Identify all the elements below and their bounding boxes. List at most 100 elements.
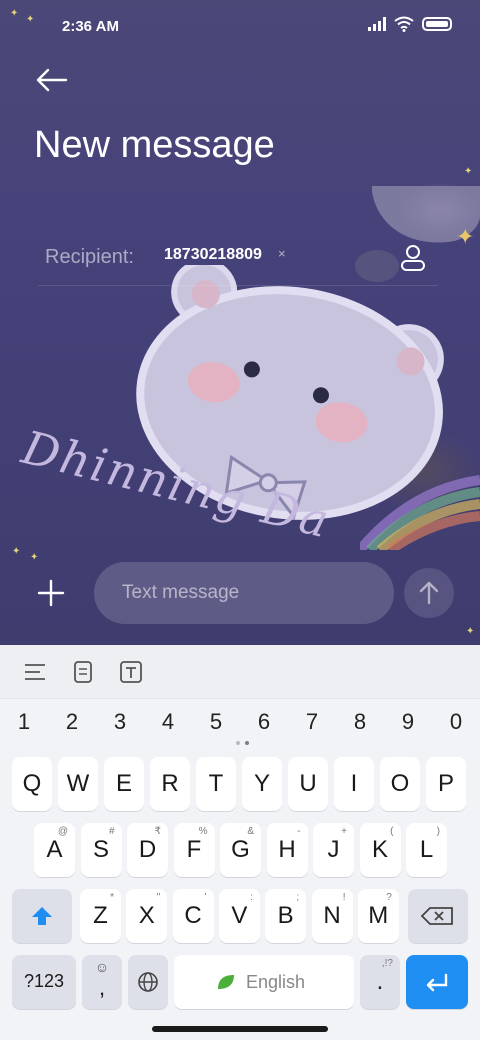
globe-icon (138, 972, 158, 992)
letter-key[interactable]: + J (313, 823, 354, 877)
remove-recipient-icon[interactable]: × (278, 246, 286, 261)
emoji-comma-key[interactable]: ☺ , (82, 955, 122, 1009)
letter-key[interactable]: % F (173, 823, 215, 877)
letter-key[interactable]: R (150, 757, 190, 811)
language-key[interactable] (128, 955, 168, 1009)
number-key[interactable]: 5 (192, 709, 240, 735)
keyboard-toolbar (0, 645, 480, 699)
symbols-key[interactable]: ?123 (12, 955, 76, 1009)
letter-key[interactable]: ; B (265, 889, 307, 943)
recipient-row[interactable]: Recipient: 18730218809 × (38, 232, 438, 286)
letter-key-label: E (115, 770, 132, 797)
comma-label: , (98, 975, 106, 1000)
shift-arrow-icon (32, 907, 52, 925)
letter-key-label: I (350, 770, 358, 797)
recipient-label: Recipient: (45, 246, 134, 268)
star-decoration: ✦ (464, 166, 473, 177)
number-key[interactable]: 9 (384, 709, 432, 735)
letter-key-label: J (327, 836, 340, 863)
shift-key[interactable] (12, 889, 72, 943)
letter-key-label: V (231, 902, 248, 929)
letter-key[interactable]: ! N (311, 889, 353, 943)
page-title: New message (34, 124, 275, 166)
letter-key-label: F (186, 836, 202, 863)
home-indicator[interactable] (152, 1026, 328, 1032)
status-bar: 2:36 AM (0, 0, 480, 56)
letter-key-label: H (278, 836, 296, 863)
text-edit-icon[interactable] (118, 659, 144, 685)
enter-arrow-icon (426, 973, 448, 992)
letter-key-label: Z (93, 902, 108, 929)
letter-key-label: A (46, 836, 63, 863)
number-key[interactable]: 0 (432, 709, 480, 735)
letter-key[interactable]: & G (220, 823, 261, 877)
backspace-key[interactable] (408, 889, 468, 943)
enter-key[interactable] (406, 955, 468, 1009)
status-time: 2:36 AM (62, 18, 119, 35)
letter-key-label: Q (22, 770, 42, 797)
letter-key[interactable]: Y (242, 757, 282, 811)
number-key[interactable]: 6 (240, 709, 288, 735)
letter-key[interactable]: * Z (80, 889, 121, 943)
letter-key-label: P (437, 770, 454, 797)
letter-key-label: U (299, 770, 317, 797)
svg-text:✦: ✦ (456, 225, 474, 250)
number-key[interactable]: 4 (144, 709, 192, 735)
letter-key[interactable]: P (426, 757, 466, 811)
letter-key[interactable]: ) L (406, 823, 447, 877)
letter-key[interactable]: " X (126, 889, 168, 943)
send-button[interactable] (404, 568, 454, 618)
number-key[interactable]: 7 (288, 709, 336, 735)
letter-key[interactable]: -H (266, 823, 308, 877)
letter-key[interactable]: ₹ D (127, 823, 168, 877)
text-message-placeholder: Text message (122, 582, 240, 603)
backspace-icon (420, 907, 453, 925)
number-key[interactable]: 3 (96, 709, 144, 735)
signal-icon (368, 17, 386, 31)
letter-key-label: S (92, 836, 109, 863)
emoji-icon: ☺ (94, 959, 110, 975)
letter-key[interactable]: W (58, 757, 98, 811)
letter-key[interactable]: # S (80, 823, 122, 877)
letter-key-label: G (231, 836, 250, 863)
period-key[interactable]: ,!? . (360, 955, 400, 1009)
compose-bar: Text message (0, 556, 480, 632)
letter-key[interactable]: @ A (34, 823, 75, 877)
contact-picker-icon[interactable] (398, 242, 428, 272)
letter-key-label: K (371, 836, 388, 863)
letter-key-label: W (66, 770, 90, 797)
letter-key-label: C (184, 902, 202, 929)
clipboard-icon[interactable] (70, 659, 96, 685)
back-arrow-icon[interactable] (34, 62, 70, 98)
keyboard: 1234567890 ?123 ☺ , English ,!? . QWE R T Y… (0, 645, 480, 1040)
number-row: 1234567890 (0, 703, 480, 743)
text-message-input[interactable]: Text message (94, 562, 394, 624)
page-indicator (236, 741, 249, 745)
letter-key[interactable]: :V (218, 889, 260, 943)
message-screen: ✦ ✦ ✦ ✦ ✦ ✦ ✦ Dhinning Da 2:36 AM New me… (0, 0, 480, 645)
letter-key[interactable]: Q (12, 757, 52, 811)
space-key-label: English (246, 972, 306, 992)
period-key-label: . (376, 968, 384, 995)
letter-key[interactable]: O (380, 757, 420, 811)
letter-key-label: B (277, 902, 294, 929)
number-key[interactable]: 2 (48, 709, 96, 735)
letter-key[interactable]: T (196, 757, 236, 811)
letter-key-label: T (208, 770, 224, 797)
letter-key[interactable]: ' C (172, 889, 214, 943)
number-key[interactable]: 8 (336, 709, 384, 735)
menu-lines-icon[interactable] (22, 659, 48, 685)
letter-key[interactable]: U (288, 757, 328, 811)
letter-key-label: L (419, 836, 434, 863)
add-attachment-icon[interactable] (34, 576, 68, 610)
space-key[interactable]: English (174, 955, 354, 1009)
wifi-icon (394, 16, 414, 32)
letter-key[interactable]: I (334, 757, 374, 811)
letter-key[interactable]: ? M (357, 889, 399, 943)
recipient-chip[interactable]: 18730218809 (164, 246, 262, 264)
letter-key-label: O (390, 770, 410, 797)
letter-key-label: R (161, 770, 179, 797)
number-key[interactable]: 1 (0, 709, 48, 735)
letter-key[interactable]: E (104, 757, 144, 811)
letter-key[interactable]: (K (359, 823, 401, 877)
